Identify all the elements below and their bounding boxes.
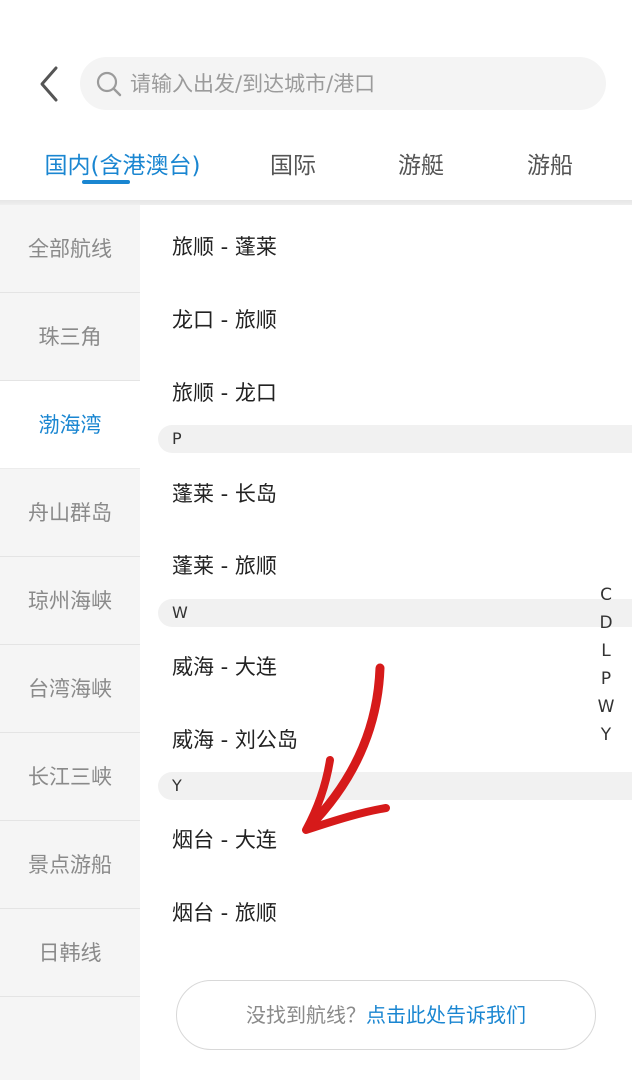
route-list: 旅顺 - 蓬莱 龙口 - 旅顺 旅顺 - 龙口 P 蓬莱 - 长岛 蓬莱 - 旅… [140, 205, 632, 1080]
sidebar-item-zhoushan-islands[interactable]: 舟山群岛 [0, 469, 140, 557]
feedback-question: 没找到航线？ [246, 1003, 366, 1027]
index-letter-y[interactable]: Y [592, 725, 620, 745]
route-item[interactable]: 威海 - 大连 [172, 651, 277, 681]
tab-international[interactable]: 国际 [262, 140, 324, 200]
sidebar-item-pearl-river-delta[interactable]: 珠三角 [0, 293, 140, 381]
tab-domestic[interactable]: 国内(含港澳台) [40, 140, 205, 200]
sidebar-item-sightseeing-cruise[interactable]: 景点游船 [0, 821, 140, 909]
index-letter-w[interactable]: W [592, 697, 620, 717]
annotation-arrow-icon [302, 663, 390, 834]
route-item[interactable]: 烟台 - 旅顺 [172, 897, 277, 927]
route-item[interactable]: 威海 - 刘公岛 [172, 724, 298, 754]
index-letter-d[interactable]: D [592, 613, 620, 633]
tab-cruise[interactable]: 游船 [519, 140, 581, 200]
feedback-link[interactable]: 点击此处告诉我们 [366, 1003, 526, 1027]
back-button[interactable] [30, 62, 70, 106]
group-header-p: P [158, 425, 632, 453]
sidebar-item-taiwan-strait[interactable]: 台湾海峡 [0, 645, 140, 733]
route-item[interactable]: 蓬莱 - 长岛 [172, 478, 277, 508]
route-item[interactable]: 烟台 - 大连 [172, 824, 277, 854]
header: 国内(含港澳台) 国际 游艇 游船 [0, 0, 632, 205]
search-icon [96, 71, 122, 97]
route-item[interactable]: 蓬莱 - 旅顺 [172, 550, 277, 580]
index-letter-p[interactable]: P [592, 669, 620, 689]
index-letter-l[interactable]: L [592, 641, 620, 661]
tab-yacht[interactable]: 游艇 [390, 140, 452, 200]
chevron-left-icon [40, 66, 58, 102]
category-tabs: 国内(含港澳台) 国际 游艇 游船 [0, 140, 632, 200]
sidebar-item-japan-korea[interactable]: 日韩线 [0, 909, 140, 997]
route-item[interactable]: 旅顺 - 蓬莱 [172, 231, 277, 261]
route-item[interactable]: 旅顺 - 龙口 [172, 377, 277, 407]
sidebar-item-bohai-bay[interactable]: 渤海湾 [0, 381, 140, 469]
feedback-button[interactable]: 没找到航线？点击此处告诉我们 [176, 980, 596, 1050]
index-letter-c[interactable]: C [592, 585, 620, 605]
sidebar-item-qiongzhou-strait[interactable]: 琼州海峡 [0, 557, 140, 645]
search-box[interactable] [80, 57, 606, 110]
active-tab-indicator [82, 180, 130, 184]
search-input[interactable] [130, 57, 590, 110]
sidebar-item-all-routes[interactable]: 全部航线 [0, 205, 140, 293]
group-header-w: W [158, 599, 632, 627]
route-item[interactable]: 龙口 - 旅顺 [172, 304, 277, 334]
region-sidebar: 全部航线 珠三角 渤海湾 舟山群岛 琼州海峡 台湾海峡 长江三峡 景点游船 日韩… [0, 205, 140, 1080]
sidebar-item-three-gorges[interactable]: 长江三峡 [0, 733, 140, 821]
